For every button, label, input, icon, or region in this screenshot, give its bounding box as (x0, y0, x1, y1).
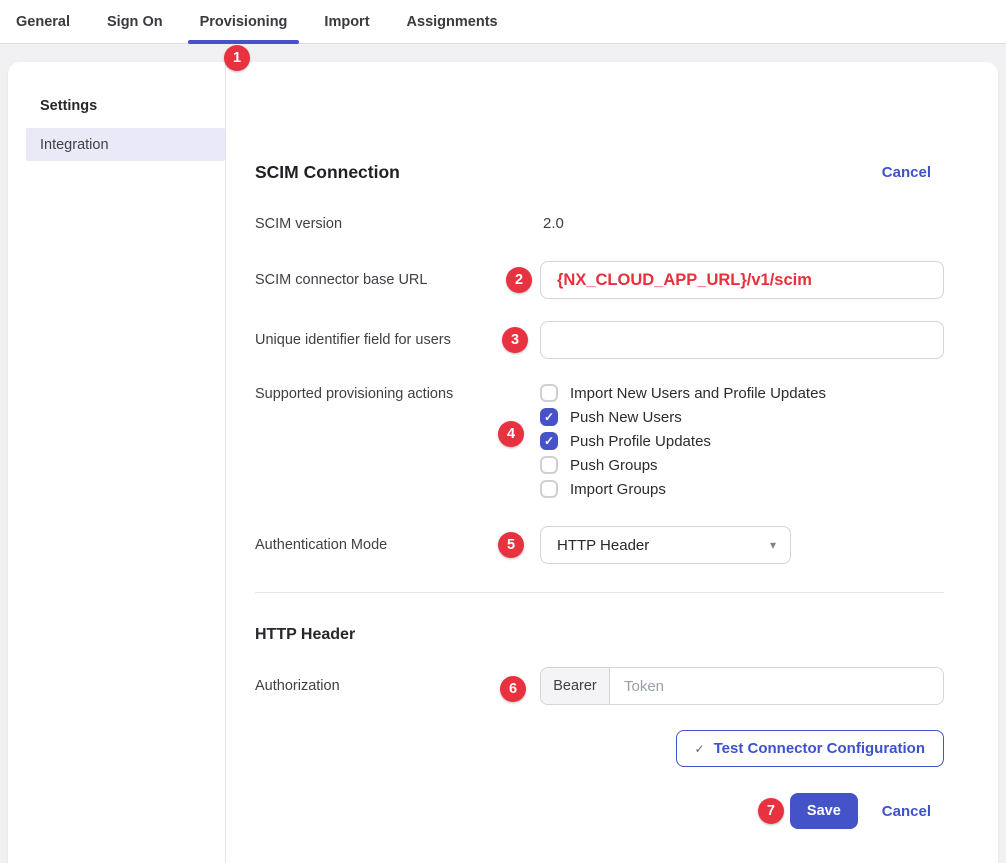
test-connector-button[interactable]: ✓ Test Connector Configuration (676, 730, 944, 767)
scim-version-row: SCIM version 2.0 (255, 215, 944, 232)
checkbox-push-new-users[interactable]: ✓ Push New Users (540, 408, 826, 426)
checkbox-box: ✓ (540, 384, 558, 402)
settings-sidebar: Settings Integration (8, 62, 226, 863)
provisioning-actions-list: ✓ Import New Users and Profile Updates ✓… (540, 384, 826, 498)
checkbox-push-profile-updates[interactable]: ✓ Push Profile Updates (540, 432, 826, 450)
authorization-input-group: Bearer (540, 667, 944, 705)
cancel-link-bottom[interactable]: Cancel (882, 803, 931, 820)
scim-version-label: SCIM version (255, 216, 540, 232)
check-icon: ✓ (544, 435, 554, 447)
checkbox-label: Push Groups (570, 457, 658, 474)
step-badge-3: 3 (502, 327, 528, 353)
checkbox-label: Push New Users (570, 409, 682, 426)
scim-form: SCIM Connection Cancel SCIM version 2.0 … (226, 62, 998, 863)
tab-assignments[interactable]: Assignments (407, 0, 498, 43)
checkbox-box: ✓ (540, 408, 558, 426)
page: General Sign On Provisioning Import Assi… (0, 0, 1006, 863)
tab-general[interactable]: General (16, 0, 70, 43)
tab-provisioning[interactable]: Provisioning (200, 0, 288, 43)
section-divider (255, 592, 944, 593)
base-url-input[interactable] (540, 261, 944, 299)
bearer-prefix: Bearer (541, 668, 610, 704)
provisioning-actions-row: Supported provisioning actions 4 ✓ Impor… (255, 384, 944, 498)
panel-header: SCIM Connection Cancel (255, 162, 944, 183)
step-badge-2: 2 (506, 267, 532, 293)
scim-version-value: 2.0 (540, 215, 564, 232)
checkbox-label: Import Groups (570, 481, 666, 498)
base-url-row: SCIM connector base URL 2 (255, 261, 944, 299)
cancel-link-top[interactable]: Cancel (882, 164, 931, 181)
unique-id-row: Unique identifier field for users 3 (255, 321, 944, 359)
checkbox-push-groups[interactable]: ✓ Push Groups (540, 456, 826, 474)
sidebar-heading: Settings (40, 98, 225, 114)
chevron-down-icon: ▾ (770, 538, 776, 552)
provisioning-card: Settings Integration SCIM Connection Can… (8, 62, 998, 863)
authorization-row: Authorization 6 Bearer (255, 667, 944, 705)
sidebar-item-integration[interactable]: Integration (26, 128, 225, 161)
checkbox-label: Push Profile Updates (570, 433, 711, 450)
unique-id-input[interactable] (540, 321, 944, 359)
tab-sign-on[interactable]: Sign On (107, 0, 163, 43)
step-badge-7: 7 (758, 798, 784, 824)
provisioning-actions-label: Supported provisioning actions (255, 384, 540, 402)
step-badge-4: 4 (498, 421, 524, 447)
step-badge-5: 5 (498, 532, 524, 558)
check-icon: ✓ (544, 411, 554, 423)
checkbox-box: ✓ (540, 480, 558, 498)
unique-id-label: Unique identifier field for users (255, 332, 540, 348)
checkbox-import-new-users[interactable]: ✓ Import New Users and Profile Updates (540, 384, 826, 402)
checkbox-import-groups[interactable]: ✓ Import Groups (540, 480, 826, 498)
check-icon: ✓ (695, 742, 705, 756)
auth-mode-row: Authentication Mode 5 HTTP Header ▾ (255, 526, 944, 564)
token-input[interactable] (610, 668, 943, 704)
checkbox-label: Import New Users and Profile Updates (570, 385, 826, 402)
base-url-label: SCIM connector base URL (255, 272, 540, 288)
test-connector-label: Test Connector Configuration (714, 740, 925, 757)
test-connector-row: ✓ Test Connector Configuration (255, 730, 944, 767)
auth-mode-select[interactable]: HTTP Header ▾ (540, 526, 791, 564)
page-title: SCIM Connection (255, 162, 400, 183)
http-header-section-title: HTTP Header (255, 626, 944, 644)
save-row: 7 Save Cancel (255, 793, 944, 829)
step-badge-6: 6 (500, 676, 526, 702)
tab-import[interactable]: Import (324, 0, 369, 43)
authorization-label: Authorization (255, 678, 540, 694)
auth-mode-selected-value: HTTP Header (557, 537, 649, 554)
checkbox-box: ✓ (540, 432, 558, 450)
save-button[interactable]: Save (790, 793, 858, 829)
checkbox-box: ✓ (540, 456, 558, 474)
step-badge-1: 1 (224, 45, 250, 71)
app-tabbar: General Sign On Provisioning Import Assi… (0, 0, 1006, 44)
